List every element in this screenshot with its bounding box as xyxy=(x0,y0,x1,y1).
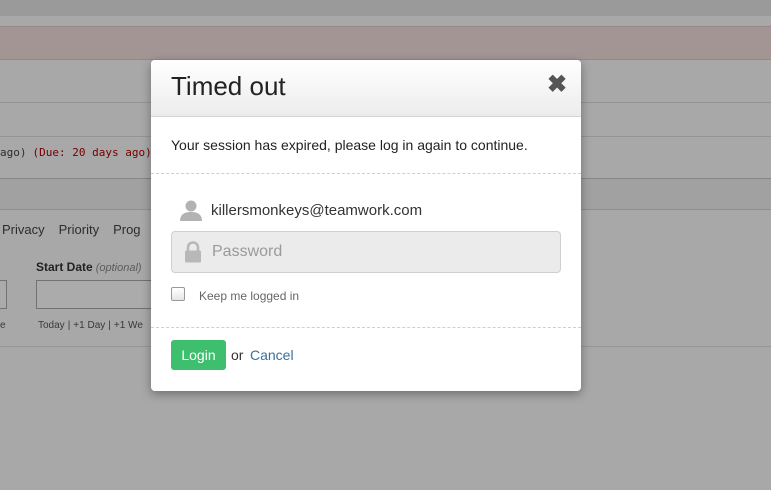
password-input[interactable] xyxy=(212,232,552,272)
user-icon xyxy=(180,200,202,221)
session-message: Your session has expired, please log in … xyxy=(171,137,528,153)
cancel-link[interactable]: Cancel xyxy=(250,347,294,363)
dialog-header: Timed out ✖ xyxy=(151,60,581,117)
keep-logged-in-label[interactable]: Keep me logged in xyxy=(199,289,299,303)
dialog-title: Timed out xyxy=(171,71,286,101)
keep-logged-in-checkbox[interactable] xyxy=(171,287,185,301)
dashed-divider xyxy=(151,327,581,328)
dashed-divider xyxy=(151,173,581,174)
timeout-dialog: Timed out ✖ Your session has expired, pl… xyxy=(151,60,581,391)
lock-icon xyxy=(185,241,201,263)
login-button[interactable]: Login xyxy=(171,340,226,370)
or-text: or xyxy=(231,347,244,363)
close-icon[interactable]: ✖ xyxy=(547,73,567,97)
user-email: killersmonkeys@teamwork.com xyxy=(211,202,423,219)
password-field[interactable] xyxy=(171,231,561,273)
